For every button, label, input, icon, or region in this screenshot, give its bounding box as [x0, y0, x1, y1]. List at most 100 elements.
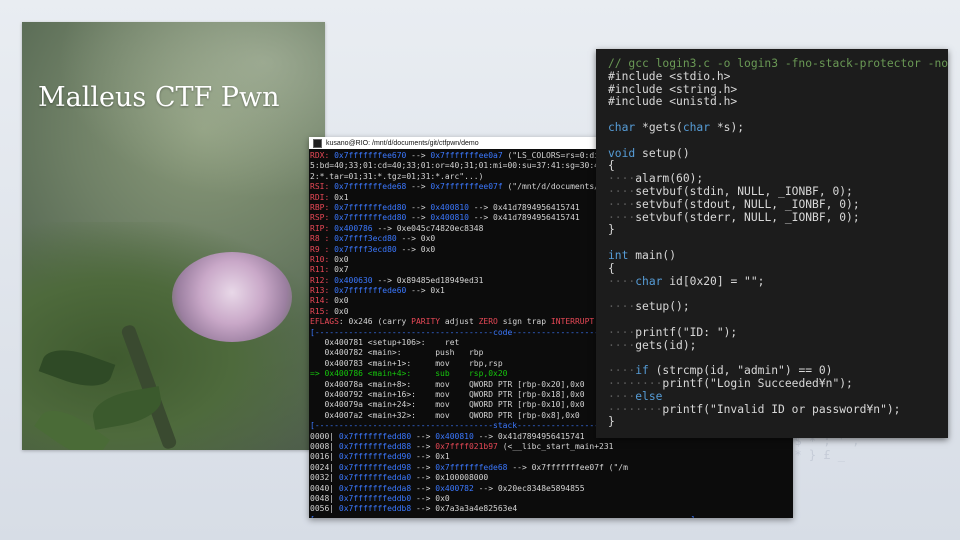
stack-line: 0040| 0x7fffffffedda8 --> 0x400782 --> 0…	[310, 484, 792, 494]
current-marker	[310, 348, 324, 357]
stack-address: 0x7fffffffeddb8	[334, 504, 412, 514]
code-token: *gets(	[642, 120, 683, 134]
stack-target: 0x7fffffffede68	[435, 462, 508, 472]
slide-title: Malleus CTF Pwn	[38, 82, 280, 113]
pointer-arrow: -->	[411, 483, 436, 493]
end-separator: [---------------------------------------…	[310, 515, 792, 518]
stack-line: 0056| 0x7fffffffeddb8 --> 0x7a3a3a4e8256…	[310, 504, 792, 514]
code-token: }	[608, 415, 615, 429]
register-value: 0x89485ed18949ed31	[396, 275, 484, 285]
code-token: printf("Login Succeeded¥n");	[662, 376, 853, 390]
instruction-address: 0x40078a	[324, 379, 363, 389]
code-token: main()	[635, 248, 677, 262]
flower-image	[172, 252, 292, 342]
code-token: gets(id);	[635, 338, 697, 352]
instruction-mnemonic: ret	[425, 338, 460, 348]
code-line: char *gets(char *s);	[608, 120, 944, 135]
stack-value: --> 0x20ec8348e5894855	[473, 483, 585, 493]
register-address: 0x7fffffffedd80	[329, 202, 407, 212]
indent-guide: ····	[608, 172, 636, 186]
code-line: #include <unistd.h>	[608, 95, 944, 109]
instruction-symbol: <main+4>:	[362, 369, 412, 379]
code-line: ········printf("Invalid ID or password¥n…	[608, 403, 944, 417]
code-line: }	[608, 223, 944, 237]
instruction-mnemonic: mov	[415, 400, 450, 410]
code-token: }	[608, 223, 615, 237]
register-value: 0xe045c74820ec8348	[396, 223, 484, 233]
register-value: 0x0	[420, 244, 436, 254]
pointer-arrow: -->	[406, 182, 431, 192]
stack-value: --> 0x41d7894956415741	[473, 431, 585, 441]
eflag: sign	[502, 317, 527, 327]
register-name: R14:	[310, 296, 330, 306]
eflag: INTERRUPT	[550, 317, 600, 327]
eflag: carry	[382, 317, 412, 327]
code-editor-window[interactable]: // gcc login3.c -o login3 -fno-stack-pro…	[596, 49, 948, 438]
register-value: 0x1	[430, 286, 445, 296]
pointer-target: 0x400810	[430, 213, 469, 223]
pointer-arrow: -->	[411, 473, 436, 483]
code-token: #include <stdio.h>	[608, 69, 731, 83]
instruction-address: 0x400783	[324, 358, 363, 368]
code-token: char	[635, 274, 670, 288]
register-name: R13:	[310, 286, 330, 296]
instruction-mnemonic: mov	[411, 379, 450, 389]
stack-line: 0048| 0x7fffffffeddb0 --> 0x0	[310, 494, 792, 504]
pointer-arrow: -->	[372, 275, 397, 285]
stack-offset: 0016|	[310, 452, 335, 462]
instruction-address: 0x400786	[324, 369, 363, 379]
register-name: R8 :	[310, 234, 330, 244]
stack-address: 0x7fffffffedda0	[334, 473, 412, 483]
stack-offset: 0040|	[310, 483, 335, 493]
code-line: ····char id[0x20] = "";	[608, 274, 944, 289]
code-token: #include <unistd.h>	[608, 95, 738, 109]
code-token: printf("ID: ");	[635, 325, 738, 339]
stack-target: 0x7ffff021b97	[435, 441, 498, 451]
indent-guide: ····	[608, 210, 636, 224]
indent-guide: ····	[608, 197, 636, 211]
instruction-operands: rbp,rsp	[449, 358, 503, 368]
register-name: RBP:	[310, 202, 330, 212]
code-token: if	[635, 364, 656, 378]
current-marker	[310, 390, 324, 399]
code-token: alarm(60);	[635, 172, 704, 186]
register-name: RSP:	[310, 213, 330, 223]
instruction-mnemonic: sub	[411, 369, 450, 379]
pointer-arrow: -->	[406, 202, 431, 212]
code-line: int main()	[608, 248, 944, 263]
eflag: trap	[526, 317, 551, 327]
stack-offset: 0032|	[310, 473, 335, 483]
stack-value: 0x1	[435, 452, 450, 462]
register-value: 0x0	[329, 306, 349, 316]
stack-offset: 0008|	[310, 441, 335, 451]
register-name: R9 :	[310, 244, 330, 254]
photo-highlight	[22, 22, 325, 222]
code-line: ····setvbuf(stderr, NULL, _IONBF, 0);	[608, 210, 944, 225]
pointer-arrow: -->	[396, 234, 421, 244]
register-value: 0x1	[329, 192, 349, 202]
code-token: (strcmp(id, "admin") == 0)	[655, 364, 833, 378]
instruction-symbol: <main>:	[362, 348, 402, 358]
pointer-arrow: -->	[411, 462, 436, 472]
register-value: 5:bd=40;33;01:cd=40;33;01:or=40;31;01:mi…	[310, 161, 619, 171]
indent-guide: ····	[608, 274, 636, 288]
code-token: setup();	[635, 300, 690, 314]
terminal-title: kusano@RIO: /mnt/d/documents/git/ctfpwn/…	[326, 139, 479, 147]
stack-address: 0x7fffffffedd80	[334, 431, 412, 441]
register-address: 0x7fffffffee670	[329, 151, 407, 160]
instruction-symbol: <main+32>:	[362, 410, 416, 420]
code-token: int	[608, 248, 636, 262]
code-token: {	[608, 159, 615, 173]
eflag: PARITY	[411, 317, 445, 327]
register-value: --> 0x41d7894956415741	[468, 213, 580, 223]
instruction-mnemonic: push	[401, 348, 455, 358]
indent-guide: ········	[608, 376, 663, 390]
register-address: 0x7fffffffedd80	[329, 213, 407, 223]
terminal-app-icon	[313, 138, 322, 148]
stack-address: 0x7fffffffedda8	[334, 483, 412, 493]
stack-value: 0x100008000	[435, 473, 489, 483]
source-code[interactable]: // gcc login3.c -o login3 -fno-stack-pro…	[608, 57, 948, 429]
stack-address: 0x7fffffffeddb0	[334, 493, 412, 503]
stack-address: 0x7fffffffedd88	[334, 441, 412, 451]
register-value: 0x7	[329, 265, 349, 275]
